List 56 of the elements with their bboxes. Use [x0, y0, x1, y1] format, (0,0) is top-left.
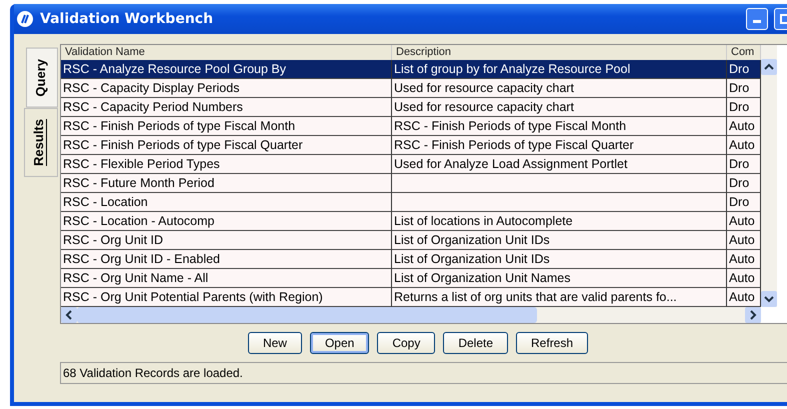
action-button[interactable]: Delete [443, 332, 508, 354]
table-cell[interactable]: RSC - Finish Periods of type Fiscal Month [61, 117, 392, 136]
table-cell[interactable]: RSC - Location [61, 193, 392, 212]
table-cell[interactable]: RSC - Org Unit Potential Parents (with Region) [61, 288, 392, 307]
action-button[interactable]: Refresh [516, 332, 588, 354]
table-cell[interactable]: List of group by for Analyze Resource Pool [392, 60, 727, 79]
table-cell[interactable]: List of Organization Unit Names [392, 269, 727, 288]
table-cell[interactable]: RSC - Flexible Period Types [61, 155, 392, 174]
table-cell[interactable]: RSC - Org Unit ID - Enabled [61, 250, 392, 269]
action-button[interactable]: Copy [377, 332, 436, 354]
table-cell[interactable] [392, 174, 727, 193]
action-button[interactable]: New [248, 332, 302, 354]
table-cell[interactable]: Returns a list of org units that are valid parents fo... [392, 288, 727, 307]
column-header[interactable]: Validation Name [61, 45, 392, 60]
table-cell[interactable] [392, 193, 727, 212]
table-cell[interactable]: Auto [727, 212, 761, 231]
table-cell[interactable]: Dro [727, 60, 761, 79]
table-cell[interactable]: RSC - Location - Autocomp [61, 212, 392, 231]
table-cell[interactable]: RSC - Finish Periods of type Fiscal Quarter [392, 136, 727, 155]
table-cell[interactable]: Auto [727, 269, 761, 288]
table-cell[interactable]: Dro [727, 79, 761, 98]
action-button[interactable]: Open [310, 332, 370, 354]
table-cell[interactable]: Used for resource capacity chart [392, 98, 727, 117]
table-cell[interactable]: List of locations in Autocomplete [392, 212, 727, 231]
table-cell[interactable]: Auto [727, 117, 761, 136]
table-cell[interactable]: RSC - Capacity Period Numbers [61, 98, 392, 117]
table-cell[interactable]: List of Organization Unit IDs [392, 250, 727, 269]
column-header[interactable]: Com [727, 45, 761, 60]
table-cell[interactable]: Used for Analyze Load Assignment Portlet [392, 155, 727, 174]
table-cell[interactable]: Auto [727, 250, 761, 269]
table-cell[interactable]: Auto [727, 136, 761, 155]
table-cell[interactable]: RSC - Analyze Resource Pool Group By [61, 60, 392, 79]
column-header[interactable]: Description [392, 45, 727, 60]
table-cell[interactable]: Dro [727, 155, 761, 174]
vertical-scrollbar[interactable] [761, 45, 777, 307]
table-cell[interactable]: RSC - Future Month Period [61, 174, 392, 193]
table-cell[interactable]: Auto [727, 231, 761, 250]
maximize-icon [780, 14, 787, 24]
status-bar: 68 Validation Records are loaded. [60, 362, 787, 384]
table-cell[interactable]: Auto [727, 288, 761, 307]
table-cell[interactable]: Dro [727, 193, 761, 212]
table-cell[interactable]: RSC - Finish Periods of type Fiscal Quarter [61, 136, 392, 155]
side-tab[interactable]: Results [24, 108, 58, 177]
table-cell[interactable]: Dro [727, 98, 761, 117]
minimize-button[interactable] [746, 8, 768, 30]
table-cell[interactable]: RSC - Capacity Display Periods [61, 79, 392, 98]
table-cell[interactable]: List of Organization Unit IDs [392, 231, 727, 250]
table-cell[interactable]: RSC - Org Unit Name - All [61, 269, 392, 288]
table-cell[interactable]: RSC - Finish Periods of type Fiscal Month [392, 117, 727, 136]
logo-icon [16, 10, 34, 28]
horizontal-scrollbar[interactable] [61, 307, 761, 323]
table-cell[interactable]: Dro [727, 174, 761, 193]
window-title: Validation Workbench [40, 11, 214, 27]
table-cell[interactable]: Used for resource capacity chart [392, 79, 727, 98]
side-tab[interactable]: Query [26, 48, 58, 108]
table-cell[interactable]: RSC - Org Unit ID [61, 231, 392, 250]
